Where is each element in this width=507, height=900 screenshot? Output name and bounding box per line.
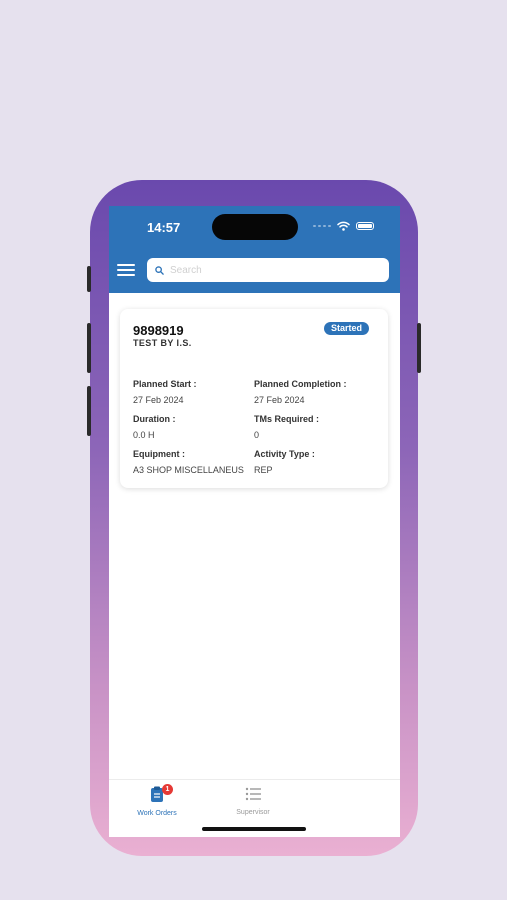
duration-value: 0.0 H <box>133 430 155 440</box>
planned-completion-value: 27 Feb 2024 <box>254 395 305 405</box>
wifi-icon <box>337 221 350 231</box>
mute-switch <box>87 266 91 292</box>
tms-required-field: TMs Required : 0 <box>254 414 374 440</box>
status-indicators <box>313 221 374 231</box>
planned-start-label: Planned Start : <box>133 379 197 389</box>
status-badge: Started <box>324 322 369 335</box>
activity-type-value: REP <box>254 465 273 475</box>
work-order-number: 9898919 <box>133 323 184 338</box>
planned-start-value: 27 Feb 2024 <box>133 395 184 405</box>
search-icon <box>155 265 164 275</box>
work-order-card[interactable]: 9898919 TEST BY I.S. Started Planned Sta… <box>120 309 388 488</box>
planned-start-field: Planned Start : 27 Feb 2024 <box>133 379 253 405</box>
tab-label-work-orders: Work Orders <box>137 810 177 817</box>
volume-up-button <box>87 323 91 373</box>
status-time: 14:57 <box>147 220 181 235</box>
duration-label: Duration : <box>133 414 176 424</box>
hamburger-icon[interactable] <box>117 264 135 278</box>
app-header: 14:57 <box>109 206 400 293</box>
equipment-field: Equipment : A3 SHOP MISCELLANEUS <box>133 449 253 475</box>
tms-required-label: TMs Required : <box>254 414 320 424</box>
tab-bar: 1 Work Orders Supervisor <box>109 779 400 837</box>
tab-supervisor[interactable]: Supervisor <box>208 780 298 816</box>
equipment-value: A3 SHOP MISCELLANEUS <box>133 465 244 475</box>
home-indicator <box>202 827 306 831</box>
battery-icon <box>356 222 374 230</box>
planned-completion-label: Planned Completion : <box>254 379 347 389</box>
list-icon <box>245 787 261 801</box>
app-screen: 14:57 9898919 TEST BY I.S. Started Plann… <box>109 206 400 837</box>
volume-down-button <box>87 386 91 436</box>
search-bar[interactable] <box>147 258 389 282</box>
power-button <box>417 323 421 373</box>
duration-field: Duration : 0.0 H <box>133 414 253 440</box>
planned-completion-field: Planned Completion : 27 Feb 2024 <box>254 379 374 405</box>
dynamic-island <box>212 214 298 240</box>
activity-type-field: Activity Type : REP <box>254 449 374 475</box>
notification-badge: 1 <box>162 784 173 795</box>
tms-required-value: 0 <box>254 430 260 440</box>
equipment-label: Equipment : <box>133 449 185 459</box>
activity-type-label: Activity Type : <box>254 449 315 459</box>
search-input[interactable] <box>168 263 372 277</box>
tab-work-orders[interactable]: 1 Work Orders <box>112 780 202 817</box>
work-order-description: TEST BY I.S. <box>133 338 192 348</box>
tab-label-supervisor: Supervisor <box>236 809 270 816</box>
signal-icon <box>313 225 331 227</box>
